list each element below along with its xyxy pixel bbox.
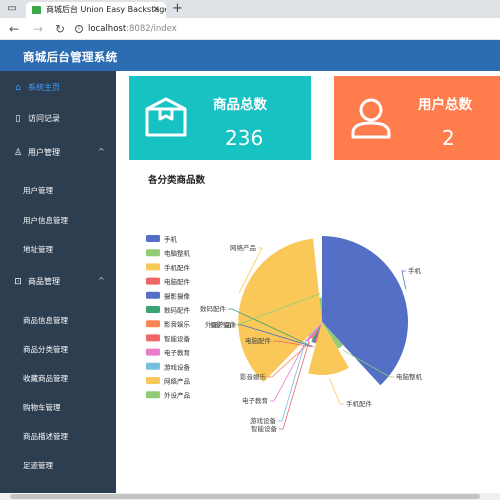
info-icon[interactable]: i bbox=[75, 25, 83, 33]
home-icon: ⌂ bbox=[15, 83, 21, 93]
legend-swatch[interactable] bbox=[146, 334, 160, 342]
sidebar-item-label: 访问记录 bbox=[28, 114, 60, 123]
legend-label[interactable]: 电脑整机 bbox=[164, 249, 191, 258]
url-path: :8082/index bbox=[126, 24, 177, 34]
chart-legend: 手机电脑整机手机配件电脑配件摄影摄像数码配件影音娱乐智能设备电子教育游戏设备网络… bbox=[146, 235, 191, 400]
pie-slice[interactable] bbox=[238, 238, 322, 383]
chevron-up-icon: ^ bbox=[98, 276, 105, 285]
sidebar-item-visit-log[interactable]: ▯ 访问记录 bbox=[0, 106, 116, 132]
user-icon: ♙ bbox=[13, 148, 23, 158]
pie-label: 游戏设备 bbox=[250, 416, 277, 425]
sidebar-item-label: 系统主页 bbox=[28, 83, 60, 92]
sidebar-item-favorites[interactable]: 收藏商品管理 bbox=[0, 367, 116, 391]
legend-label[interactable]: 智能设备 bbox=[164, 334, 191, 343]
forward-icon[interactable]: → bbox=[33, 21, 43, 37]
favicon-icon bbox=[32, 6, 41, 14]
pie-label-line bbox=[329, 378, 344, 405]
legend-label[interactable]: 手机配件 bbox=[164, 263, 191, 272]
close-icon[interactable]: ✕ bbox=[152, 2, 160, 18]
back-icon[interactable]: ← bbox=[9, 21, 19, 37]
sidebar: ⌂ 系统主页 ▯ 访问记录 ♙ 用户管理 ^ 用户管理 用户信息管理 地址管理 … bbox=[0, 71, 116, 500]
legend-swatch[interactable] bbox=[146, 362, 160, 370]
legend-swatch[interactable] bbox=[146, 377, 160, 384]
pie-label-line bbox=[401, 270, 407, 290]
pie-slices bbox=[238, 236, 408, 386]
new-tab-button[interactable]: + bbox=[172, 1, 183, 17]
pie-label: 外设产品 bbox=[205, 320, 231, 329]
legend-label[interactable]: 电脑配件 bbox=[164, 277, 191, 286]
sidebar-toggle-icon[interactable]: ▭ bbox=[6, 3, 18, 15]
book-icon: ▯ bbox=[15, 114, 21, 124]
pie-label: 电脑配件 bbox=[245, 336, 272, 345]
address-bar: ← → ↻ i localhost:8082/index bbox=[0, 18, 500, 40]
legend-label[interactable]: 手机 bbox=[164, 235, 178, 244]
sidebar-item-goods-info[interactable]: 商品信息管理 bbox=[0, 309, 116, 333]
legend-swatch[interactable] bbox=[146, 320, 160, 328]
legend-swatch[interactable] bbox=[146, 391, 160, 399]
pie-label: 电子教育 bbox=[242, 396, 269, 405]
legend-label[interactable]: 影音娱乐 bbox=[164, 320, 191, 329]
pie-label: 手机配件 bbox=[346, 399, 373, 408]
legend-swatch[interactable] bbox=[146, 348, 160, 356]
sidebar-item-user-info[interactable]: 用户信息管理 bbox=[0, 209, 116, 233]
shopping-bag-icon: ⊡ bbox=[14, 277, 22, 287]
pie-label: 电脑整机 bbox=[396, 372, 423, 381]
sidebar-item-label: 用户管理 bbox=[28, 148, 60, 157]
legend-swatch[interactable] bbox=[146, 306, 160, 313]
legend-swatch[interactable] bbox=[146, 291, 160, 299]
reload-icon[interactable]: ↻ bbox=[55, 21, 65, 37]
sidebar-item-goods-category[interactable]: 商品分类管理 bbox=[0, 338, 116, 362]
url-host: localhost bbox=[88, 24, 127, 34]
sidebar-group-user[interactable]: ♙ 用户管理 ^ bbox=[0, 140, 116, 166]
scrollbar-thumb[interactable] bbox=[10, 494, 480, 499]
url-input[interactable]: i localhost:8082/index bbox=[72, 21, 492, 38]
sidebar-item-description[interactable]: 商品描述管理 bbox=[0, 425, 116, 449]
legend-swatch[interactable] bbox=[146, 277, 160, 285]
legend-swatch[interactable] bbox=[146, 235, 160, 242]
pie-label: 网络产品 bbox=[230, 243, 256, 252]
tab-title: 商城后台 Union Easy Backstage bbox=[46, 5, 166, 14]
legend-swatch[interactable] bbox=[146, 263, 160, 271]
sidebar-item-home[interactable]: ⌂ 系统主页 bbox=[0, 75, 116, 101]
legend-label[interactable]: 数码配件 bbox=[164, 306, 191, 315]
sidebar-item-footprint[interactable]: 足迹管理 bbox=[0, 454, 116, 478]
legend-label[interactable]: 摄影摄像 bbox=[164, 291, 191, 300]
sidebar-item-cart[interactable]: 购物车管理 bbox=[0, 396, 116, 420]
sidebar-item-address[interactable]: 地址管理 bbox=[0, 238, 116, 262]
sidebar-group-goods[interactable]: ⊡ 商品管理 ^ bbox=[0, 269, 116, 295]
legend-label[interactable]: 电子教育 bbox=[164, 348, 191, 357]
sidebar-item-label: 商品管理 bbox=[28, 277, 60, 286]
browser-tab-strip: ▭ 商城后台 Union Easy Backstage ✕ + bbox=[0, 0, 500, 18]
pie-label: 智能设备 bbox=[251, 424, 278, 433]
pie-label: 手机 bbox=[408, 266, 422, 275]
browser-tab[interactable]: 商城后台 Union Easy Backstage ✕ bbox=[26, 2, 166, 18]
legend-label[interactable]: 网络产品 bbox=[164, 377, 190, 386]
legend-label[interactable]: 外设产品 bbox=[164, 391, 190, 400]
main-content: 商品总数 236 用户总数 2 各分类商品数 手机 电脑整机 手机配件 电脑配件 摄影摄… bbox=[116, 71, 500, 500]
horizontal-scrollbar[interactable] bbox=[0, 493, 500, 500]
pie-label: 数码配件 bbox=[200, 304, 227, 313]
legend-label[interactable]: 游戏设备 bbox=[164, 362, 191, 371]
legend-swatch[interactable] bbox=[146, 249, 160, 257]
pie-chart: 手机电脑整机手机配件电脑配件摄影摄像数码配件影音娱乐智能设备电子教育游戏设备网络… bbox=[146, 235, 423, 433]
app-title: 商城后台管理系统 bbox=[23, 50, 118, 64]
app-header: 商城后台管理系统 bbox=[0, 40, 500, 71]
sidebar-item-user-manage[interactable]: 用户管理 bbox=[0, 179, 116, 203]
chevron-up-icon: ^ bbox=[98, 147, 105, 156]
pie-label: 影音娱乐 bbox=[240, 372, 267, 381]
